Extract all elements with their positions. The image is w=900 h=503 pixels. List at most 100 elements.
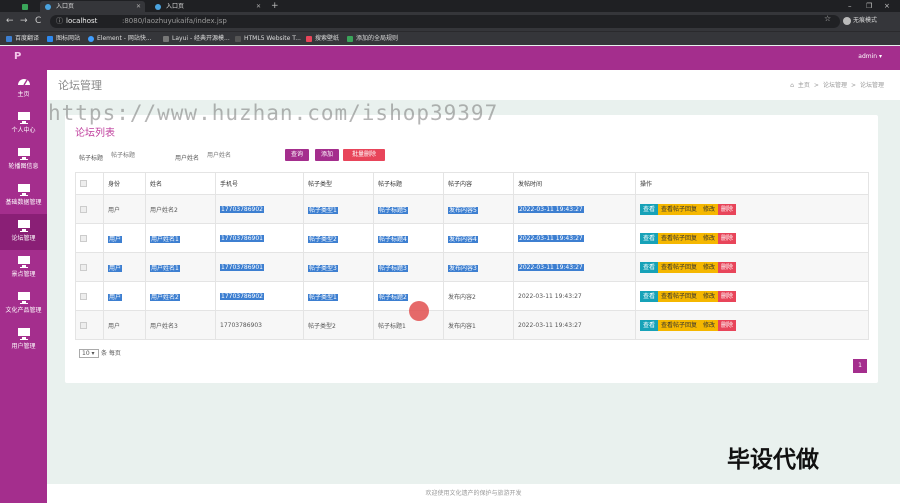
delete-button[interactable]: 删除 xyxy=(718,203,737,215)
sidebar-item-forum[interactable]: 论坛管理 xyxy=(0,214,47,250)
delete-button[interactable]: 删除 xyxy=(718,261,737,273)
monitor-icon xyxy=(17,256,30,268)
row-checkbox[interactable] xyxy=(80,292,87,300)
edit-button[interactable]: 修改 xyxy=(700,203,719,215)
page-size-suffix: 条 每页 xyxy=(101,350,121,357)
sidebar-item-culture-products[interactable]: 文化产品管理 xyxy=(0,286,47,322)
card-title: 论坛列表 xyxy=(75,128,115,139)
sidebar-item-users[interactable]: 用户管理 xyxy=(0,322,47,358)
user-menu[interactable]: admin ▾ xyxy=(858,53,882,60)
bookmark-item[interactable]: Element - 网站快... xyxy=(88,34,152,44)
search-button[interactable]: 查询 xyxy=(285,149,309,161)
title-filter-label: 帖子标题 xyxy=(79,155,104,162)
close-window-button[interactable]: × xyxy=(884,0,890,12)
forum-table: 身份 姓名 手机号 帖子类型 帖子标题 帖子内容 发帖时间 操作 用户 用户姓名… xyxy=(75,172,869,340)
view-reply-button[interactable]: 查看帖子回复 xyxy=(658,203,701,215)
row-checkbox[interactable] xyxy=(80,321,87,329)
profile-label: 无痕模式 xyxy=(853,17,878,24)
cell-title: 帖子标题4 xyxy=(378,235,408,243)
sidebar-item-home[interactable]: 主页 xyxy=(0,70,47,106)
cell-phone: 17703786903 xyxy=(215,310,304,340)
url-input[interactable]: ⓘ localhost :8080/laozhuyukaifa/index.js… xyxy=(50,15,840,28)
cell-name: 用户姓名2 xyxy=(145,194,216,224)
edit-button[interactable]: 修改 xyxy=(700,319,719,331)
delete-button[interactable]: 删除 xyxy=(718,319,737,331)
edit-button[interactable]: 修改 xyxy=(700,261,719,273)
cell-type: 帖子类型3 xyxy=(308,264,338,272)
back-button[interactable]: ← xyxy=(6,15,14,27)
view-button[interactable]: 查看 xyxy=(640,261,659,273)
url-host: localhost xyxy=(66,17,98,25)
bookmark-star-icon[interactable]: ☆ xyxy=(824,14,831,23)
view-reply-button[interactable]: 查看帖子回复 xyxy=(658,261,701,273)
table-row: 用户 用户姓名1 17703786901 帖子类型3 帖子标题3 发布内容3 2… xyxy=(75,252,869,282)
batch-delete-button[interactable]: 批量删除 xyxy=(343,149,385,161)
view-reply-button[interactable]: 查看帖子回复 xyxy=(658,232,701,244)
cell-actions: 查看 查看帖子回复 修改 删除 xyxy=(635,310,869,340)
page-number-button[interactable]: 1 xyxy=(853,359,867,373)
browser-tab-2[interactable]: 入口页 ✕ xyxy=(150,1,265,12)
cell-phone: 17703786901 xyxy=(220,263,264,271)
tab-grid-icon[interactable] xyxy=(18,1,32,12)
browser-tab-1[interactable]: 入口页 ✕ xyxy=(40,1,145,12)
monitor-icon xyxy=(17,328,30,340)
sidebar-item-basic-data[interactable]: 基础数据管理 xyxy=(0,178,47,214)
breadcrumb-parent[interactable]: 论坛管理 xyxy=(823,82,847,89)
cell-type: 帖子类型2 xyxy=(308,235,338,243)
breadcrumb-home[interactable]: 主页 xyxy=(798,82,810,89)
cell-name: 用户姓名2 xyxy=(150,293,180,301)
sidebar-item-scenic[interactable]: 景点管理 xyxy=(0,250,47,286)
view-button[interactable]: 查看 xyxy=(640,319,659,331)
profile-button[interactable]: 无痕模式 xyxy=(843,15,877,25)
view-button[interactable]: 查看 xyxy=(640,203,659,215)
dashboard-icon xyxy=(17,79,30,86)
title-filter-input[interactable] xyxy=(111,150,161,161)
edit-button[interactable]: 修改 xyxy=(700,290,719,302)
close-tab-icon[interactable]: ✕ xyxy=(136,1,141,12)
cell-actions: 查看 查看帖子回复 修改 删除 xyxy=(635,281,869,311)
sidebar-item-carousel[interactable]: 轮播图信息 xyxy=(0,142,47,178)
bookmark-item[interactable]: 百度翻译 xyxy=(6,34,39,44)
delete-button[interactable]: 删除 xyxy=(718,232,737,244)
row-checkbox[interactable] xyxy=(80,205,87,213)
bookmark-item[interactable]: 图标网站 xyxy=(47,34,80,44)
view-reply-button[interactable]: 查看帖子回复 xyxy=(658,290,701,302)
maximize-button[interactable]: ❐ xyxy=(866,0,872,12)
cell-role: 用户 xyxy=(103,310,146,340)
cell-title: 帖子标题1 xyxy=(373,310,444,340)
username-filter-input[interactable] xyxy=(207,150,257,161)
bookmark-item[interactable]: Layui - 经典开源模... xyxy=(163,34,230,44)
cell-role: 用户 xyxy=(108,235,123,243)
top-navbar: P admin ▾ xyxy=(0,46,900,70)
select-all-checkbox[interactable] xyxy=(80,180,87,187)
bookmark-item[interactable]: HTML5 Website T... xyxy=(235,34,301,44)
cell-name: 用户姓名1 xyxy=(150,235,180,243)
cell-actions: 查看 查看帖子回复 修改 删除 xyxy=(635,252,869,282)
bookmark-item[interactable]: 添加的全局规则 xyxy=(347,34,398,44)
row-checkbox[interactable] xyxy=(80,263,87,271)
edit-button[interactable]: 修改 xyxy=(700,232,719,244)
cell-name: 用户姓名1 xyxy=(150,264,180,272)
reload-button[interactable]: C xyxy=(35,15,41,27)
info-icon[interactable]: ⓘ xyxy=(56,16,63,26)
view-button[interactable]: 查看 xyxy=(640,232,659,244)
delete-button[interactable]: 删除 xyxy=(718,290,737,302)
row-checkbox[interactable] xyxy=(80,234,87,242)
minimize-button[interactable]: – xyxy=(848,0,852,12)
page-size-select[interactable]: 10 ▾ xyxy=(79,349,99,358)
sidebar: 主页 个人中心 轮播图信息 基础数据管理 论坛管理 景点管理 文化产品管理 用户… xyxy=(0,70,47,503)
add-button[interactable]: 添加 xyxy=(315,149,339,161)
forward-button[interactable]: → xyxy=(20,15,28,27)
select-all-cell xyxy=(75,172,104,195)
sidebar-item-profile[interactable]: 个人中心 xyxy=(0,106,47,142)
view-button[interactable]: 查看 xyxy=(640,290,659,302)
cell-content: 发布内容4 xyxy=(448,235,478,243)
cell-type: 帖子类型2 xyxy=(303,310,374,340)
new-tab-button[interactable]: + xyxy=(271,0,279,12)
close-tab-icon[interactable]: ✕ xyxy=(256,1,261,12)
bookmark-item[interactable]: 搜索壁纸 xyxy=(306,34,339,44)
col-header: 手机号 xyxy=(215,172,304,195)
view-reply-button[interactable]: 查看帖子回复 xyxy=(658,319,701,331)
cell-actions: 查看 查看帖子回复 修改 删除 xyxy=(635,194,869,224)
cell-type: 帖子类型1 xyxy=(308,293,338,301)
